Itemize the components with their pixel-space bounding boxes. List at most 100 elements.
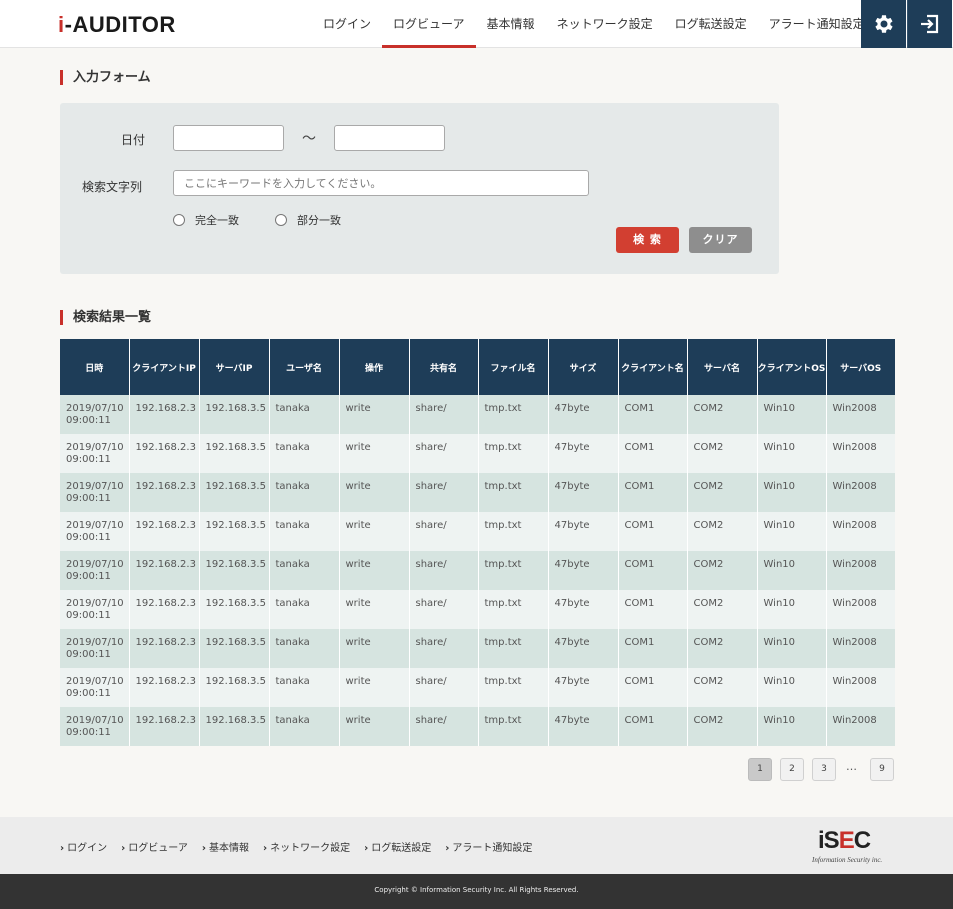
table-row[interactable]: 2019/07/10 09:00:11 192.168.2.3 192.168.3.… bbox=[60, 590, 895, 629]
table-cell: 192.168.3.5 bbox=[199, 668, 270, 707]
table-row[interactable]: 2019/07/10 09:00:11 192.168.2.3 192.168.3.… bbox=[60, 707, 895, 746]
chevron-right-icon: › bbox=[121, 843, 126, 854]
footer-link-2[interactable]: › 基本情報 bbox=[202, 839, 249, 854]
table-cell: share/ bbox=[409, 395, 479, 434]
table-row[interactable]: 2019/07/10 09:00:11 192.168.2.3 192.168.3.… bbox=[60, 434, 895, 473]
keyword-input[interactable] bbox=[173, 170, 589, 196]
table-cell: 47byte bbox=[548, 551, 619, 590]
table-cell: Win10 bbox=[757, 629, 827, 668]
table-cell: COM2 bbox=[687, 434, 758, 473]
results-section-title: 検索結果一覧 bbox=[60, 310, 151, 325]
page-1-button[interactable]: 1 bbox=[748, 758, 772, 781]
table-cell: Win2008 bbox=[826, 473, 895, 512]
table-cell: COM2 bbox=[687, 707, 758, 746]
table-cell: tmp.txt bbox=[478, 512, 549, 551]
column-header[interactable]: サーバOS bbox=[826, 339, 895, 395]
table-cell: Win2008 bbox=[826, 512, 895, 551]
table-cell: write bbox=[339, 707, 410, 746]
date-from-input[interactable] bbox=[173, 125, 284, 151]
table-row[interactable]: 2019/07/10 09:00:11 192.168.2.3 192.168.3.… bbox=[60, 473, 895, 512]
footer-link-label: 基本情報 bbox=[208, 843, 249, 854]
table-cell: 192.168.3.5 bbox=[199, 473, 270, 512]
page-3-button[interactable]: 3 bbox=[812, 758, 836, 781]
column-header[interactable]: ユーザ名 bbox=[269, 339, 340, 395]
table-cell: 192.168.2.3 bbox=[129, 512, 200, 551]
column-header[interactable]: サーバ名 bbox=[687, 339, 758, 395]
form-section-title: 入力フォーム bbox=[60, 70, 151, 85]
footer: › ログイン › ログビューア › 基本情報 › ネットワーク設定 › ログ転送設定 › アラート通知… bbox=[0, 817, 953, 874]
chevron-right-icon: › bbox=[201, 843, 206, 854]
table-cell: COM1 bbox=[618, 551, 688, 590]
table-cell: write bbox=[339, 473, 410, 512]
table-row[interactable]: 2019/07/10 09:00:11 192.168.2.3 192.168.3.… bbox=[60, 668, 895, 707]
column-header[interactable]: クライアントIP bbox=[129, 339, 200, 395]
search-button[interactable]: 検 索 bbox=[616, 227, 679, 253]
footer-link-3[interactable]: › ネットワーク設定 bbox=[263, 839, 350, 854]
table-row[interactable]: 2019/07/10 09:00:11 192.168.2.3 192.168.3.… bbox=[60, 551, 895, 590]
table-cell: 192.168.3.5 bbox=[199, 629, 270, 668]
footer-nav: › ログイン › ログビューア › 基本情報 › ネットワーク設定 › ログ転送設定 › アラート通知… bbox=[60, 839, 546, 854]
table-cell: COM2 bbox=[687, 473, 758, 512]
column-header[interactable]: クライアントOS bbox=[757, 339, 827, 395]
footer-link-1[interactable]: › ログビューア bbox=[121, 839, 188, 854]
page-2-button[interactable]: 2 bbox=[780, 758, 804, 781]
footer-link-label: ネットワーク設定 bbox=[270, 843, 351, 854]
main-nav: ログイン ログビューア 基本情報 ネットワーク設定 ログ転送設定 アラート通知設定 bbox=[312, 0, 876, 48]
table-row[interactable]: 2019/07/10 09:00:11 192.168.2.3 192.168.3.… bbox=[60, 629, 895, 668]
table-cell: 47byte bbox=[548, 629, 619, 668]
table-row[interactable]: 2019/07/10 09:00:11 192.168.2.3 192.168.3.… bbox=[60, 512, 895, 551]
table-cell: 192.168.2.3 bbox=[129, 590, 200, 629]
radio-exact-match[interactable]: 完全一致 bbox=[173, 212, 239, 228]
table-cell: write bbox=[339, 668, 410, 707]
table-cell: Win10 bbox=[757, 395, 827, 434]
column-header[interactable]: 日時 bbox=[60, 339, 130, 395]
table-cell: 47byte bbox=[548, 434, 619, 473]
table-cell: 2019/07/10 09:00:11 bbox=[60, 434, 130, 473]
nav-item-5[interactable]: アラート通知設定 bbox=[758, 0, 876, 48]
footer-link-0[interactable]: › ログイン bbox=[60, 839, 107, 854]
table-cell: tmp.txt bbox=[478, 590, 549, 629]
app-header: i-AUDITOR ログイン ログビューア 基本情報 ネットワーク設定 ログ転送設定 アラ… bbox=[0, 0, 953, 48]
table-cell: 47byte bbox=[548, 395, 619, 434]
table-cell: COM2 bbox=[687, 629, 758, 668]
table-cell: write bbox=[339, 512, 410, 551]
nav-item-2[interactable]: 基本情報 bbox=[476, 0, 546, 48]
nav-item-0[interactable]: ログイン bbox=[312, 0, 382, 48]
logout-button[interactable] bbox=[907, 0, 952, 48]
page-last-button[interactable]: 9 bbox=[870, 758, 894, 781]
column-header[interactable]: サイズ bbox=[548, 339, 619, 395]
column-header[interactable]: 共有名 bbox=[409, 339, 479, 395]
radio-partial-match[interactable]: 部分一致 bbox=[275, 212, 341, 228]
nav-item-4[interactable]: ログ転送設定 bbox=[664, 0, 758, 48]
app-logo[interactable]: i-AUDITOR bbox=[58, 12, 176, 38]
table-cell: tanaka bbox=[269, 707, 340, 746]
nav-item-3[interactable]: ネットワーク設定 bbox=[546, 0, 664, 48]
table-cell: 47byte bbox=[548, 473, 619, 512]
footer-link-5[interactable]: › アラート通知設定 bbox=[445, 839, 532, 854]
column-header[interactable]: ファイル名 bbox=[478, 339, 549, 395]
table-cell: COM1 bbox=[618, 668, 688, 707]
clear-button[interactable]: クリア bbox=[689, 227, 752, 253]
nav-item-1[interactable]: ログビューア bbox=[382, 0, 476, 48]
brand-main: iS bbox=[818, 827, 840, 854]
table-cell: 2019/07/10 09:00:11 bbox=[60, 707, 130, 746]
table-cell: write bbox=[339, 551, 410, 590]
table-cell: tmp.txt bbox=[478, 395, 549, 434]
footer-link-4[interactable]: › ログ転送設定 bbox=[364, 839, 431, 854]
column-header[interactable]: クライアント名 bbox=[618, 339, 688, 395]
gear-icon bbox=[874, 15, 893, 33]
date-to-input[interactable] bbox=[334, 125, 445, 151]
brand-accent: E bbox=[838, 827, 855, 854]
table-cell: 192.168.2.3 bbox=[129, 668, 200, 707]
table-cell: 192.168.3.5 bbox=[199, 707, 270, 746]
table-cell: tanaka bbox=[269, 629, 340, 668]
table-cell: Win2008 bbox=[826, 590, 895, 629]
pagination-ellipsis: … bbox=[846, 760, 857, 773]
table-row[interactable]: 2019/07/10 09:00:11 192.168.2.3 192.168.3.… bbox=[60, 395, 895, 434]
table-cell: 192.168.2.3 bbox=[129, 551, 200, 590]
table-cell: 192.168.2.3 bbox=[129, 473, 200, 512]
settings-button[interactable] bbox=[861, 0, 906, 48]
column-header[interactable]: サーバIP bbox=[199, 339, 270, 395]
column-header[interactable]: 操作 bbox=[339, 339, 410, 395]
table-cell: 192.168.3.5 bbox=[199, 434, 270, 473]
